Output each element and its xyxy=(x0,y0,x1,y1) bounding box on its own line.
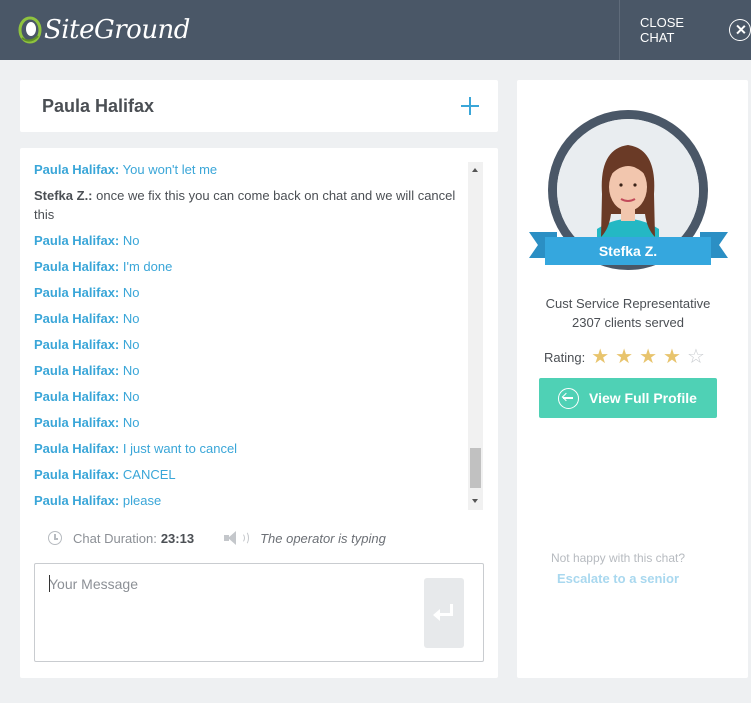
message-sender: Paula Halifax: xyxy=(34,363,120,378)
message-text: No xyxy=(122,285,140,300)
message-list: Paula Halifax: You won't let me Stefka Z… xyxy=(34,160,464,510)
message-text: please xyxy=(122,493,162,508)
siteground-logo-icon xyxy=(18,16,42,44)
message-input[interactable] xyxy=(49,573,409,595)
star-filled-icon: ★ xyxy=(639,346,658,368)
message-item: Paula Halifax: please xyxy=(34,491,464,510)
message-item: Paula Halifax: No xyxy=(34,361,464,380)
close-chat-label: CLOSE CHAT xyxy=(640,15,685,45)
message-item: Paula Halifax: No xyxy=(34,309,464,328)
agent-clients-served: 2307 clients served xyxy=(571,315,684,330)
chat-duration-label: Chat Duration: xyxy=(73,530,157,546)
message-text: No xyxy=(122,311,140,326)
message-item: Paula Halifax: I just want to cancel xyxy=(34,439,464,458)
arrow-left-circle-icon xyxy=(558,387,579,409)
escalation-prompt: Not happy with this chat? xyxy=(550,551,686,565)
scroll-down-arrow-icon[interactable] xyxy=(468,496,483,506)
message-sender: Paula Halifax: xyxy=(34,467,120,482)
message-sender: Paula Halifax: xyxy=(34,415,120,430)
rating-stars: ★ ★ ★ ★ ☆ xyxy=(591,347,711,367)
speaker-icon xyxy=(224,530,250,546)
message-item: Paula Halifax: No xyxy=(34,413,464,432)
message-text: once we fix this you can come back on ch… xyxy=(34,188,456,222)
message-text: I just want to cancel xyxy=(122,441,238,456)
typing-indicator: The operator is typing xyxy=(260,530,386,546)
message-text: No xyxy=(122,337,140,352)
message-sender: Paula Halifax: xyxy=(34,311,120,326)
agent-name-ribbon: Stefka Z. xyxy=(545,237,711,265)
logo-text: SiteGround xyxy=(44,15,190,45)
scroll-up-arrow-icon[interactable] xyxy=(468,165,483,175)
top-bar: SiteGround CLOSE CHAT xyxy=(0,0,751,60)
text-caret xyxy=(49,575,50,592)
conversation-header: Paula Halifax xyxy=(20,80,498,132)
message-sender: Paula Halifax: xyxy=(34,259,120,274)
enter-icon xyxy=(433,603,455,623)
star-filled-icon: ★ xyxy=(591,346,610,368)
message-text: You won't let me xyxy=(122,162,218,177)
message-item: Paula Halifax: You won't let me xyxy=(34,160,464,179)
clock-icon xyxy=(48,531,62,545)
close-chat-button[interactable]: CLOSE CHAT xyxy=(620,0,751,60)
rating-label: Rating: xyxy=(544,349,586,365)
message-text: No xyxy=(122,389,140,404)
message-text: CANCEL xyxy=(122,467,176,482)
message-sender: Paula Halifax: xyxy=(34,493,120,508)
message-item: Paula Halifax: I'm done xyxy=(34,257,464,276)
message-item: Paula Halifax: No xyxy=(34,387,464,406)
agent-rating: Rating: ★ ★ ★ ★ ☆ xyxy=(544,347,711,367)
siteground-logo: SiteGround xyxy=(18,12,190,48)
scrollbar-thumb[interactable] xyxy=(470,448,481,488)
view-full-profile-label: View Full Profile xyxy=(589,390,697,406)
message-text: No xyxy=(122,363,140,378)
message-sender: Paula Halifax: xyxy=(34,389,120,404)
message-text: No xyxy=(122,233,140,248)
star-filled-icon: ★ xyxy=(615,346,634,368)
message-item: Stefka Z.: once we fix this you can come… xyxy=(34,186,464,224)
message-text: I'm done xyxy=(122,259,173,274)
message-sender: Paula Halifax: xyxy=(34,285,120,300)
message-item: Paula Halifax: CANCEL xyxy=(34,465,464,484)
message-sender: Paula Halifax: xyxy=(34,441,120,456)
close-icon xyxy=(729,19,751,41)
message-item: Paula Halifax: No xyxy=(34,231,464,250)
plus-icon[interactable] xyxy=(461,97,479,115)
message-text: No xyxy=(122,415,140,430)
star-filled-icon: ★ xyxy=(663,346,681,368)
view-full-profile-button[interactable]: View Full Profile xyxy=(539,378,717,418)
message-sender: Paula Halifax: xyxy=(34,233,120,248)
agent-role: Cust Service Representative xyxy=(545,296,711,311)
message-sender: Paula Halifax: xyxy=(34,337,120,352)
message-sender: Stefka Z.: xyxy=(34,188,93,203)
escalate-link[interactable]: Escalate to a senior xyxy=(518,571,718,586)
agent-name: Stefka Z. xyxy=(598,243,658,259)
chat-duration-value: 23:13 xyxy=(160,530,195,546)
message-item: Paula Halifax: No xyxy=(34,335,464,354)
message-sender: Paula Halifax: xyxy=(34,162,120,177)
chat-status-line: Chat Duration: 23:13 The operator is typ… xyxy=(48,528,386,548)
message-item: Paula Halifax: No xyxy=(34,283,464,302)
conversation-title: Paula Halifax xyxy=(42,96,155,116)
star-empty-icon: ☆ xyxy=(686,346,705,368)
